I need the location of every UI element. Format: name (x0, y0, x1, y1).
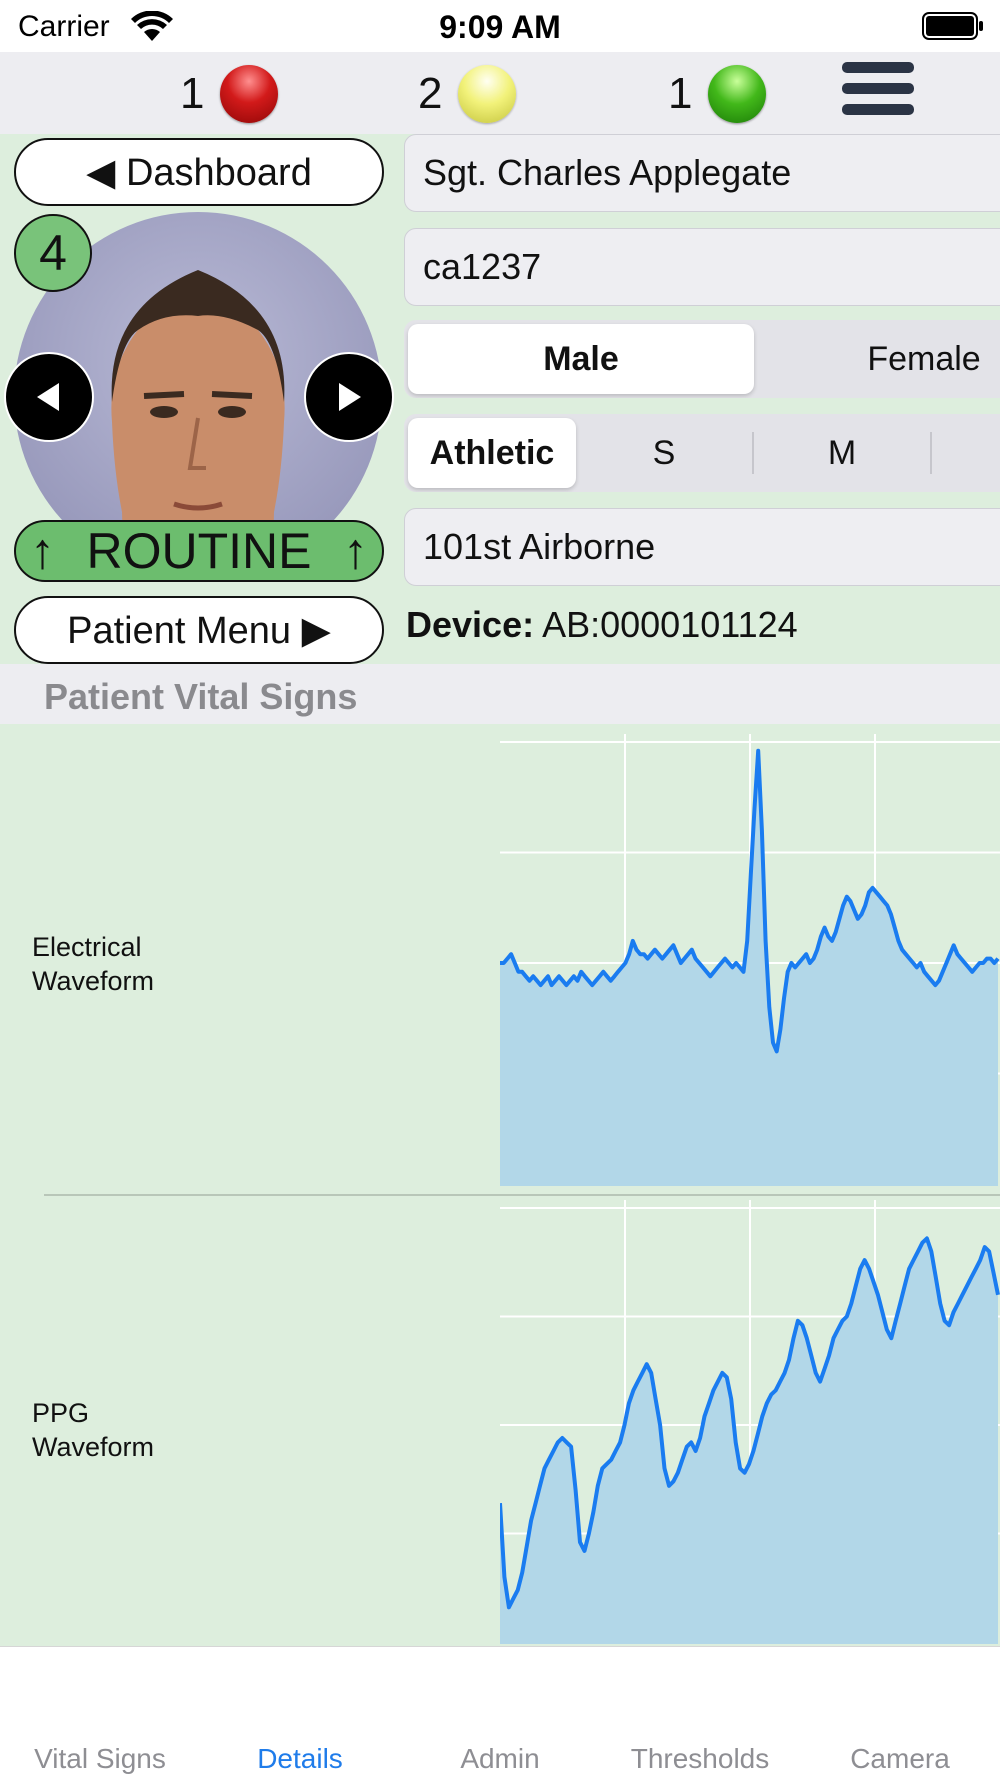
dashboard-button[interactable]: ◀ Dashboard (14, 138, 384, 206)
vital-signs-panel: Electrical Waveform PPG Waveform (0, 724, 1000, 1646)
tab-admin[interactable]: Admin (400, 1743, 600, 1775)
electrical-label-line-1: Electrical (32, 932, 142, 962)
sex-option-male[interactable]: Male (408, 324, 754, 394)
green-light-icon (708, 65, 767, 123)
arrow-left-icon (37, 383, 59, 411)
ppg-waveform-chart (500, 1200, 1000, 1644)
electrical-waveform-label: Electrical Waveform (32, 930, 154, 998)
next-patient-button[interactable] (304, 352, 394, 442)
priority-label: ROUTINE (86, 523, 312, 579)
app-root: Carrier 9:09 AM 1 2 1 ◀ Dashboard 4 ↑ RO… (0, 0, 1000, 1778)
triage-green[interactable]: 1 (668, 65, 767, 123)
tab-bar: Vital Signs Details Admin Thresholds Cam… (0, 1646, 1000, 1778)
priority-button[interactable]: ↑ ROUTINE ↑ (14, 520, 384, 582)
build-option-athletic[interactable]: Athletic (408, 418, 576, 488)
tab-camera[interactable]: Camera (800, 1743, 1000, 1775)
arrow-right-icon (339, 383, 361, 411)
vital-signs-header: Patient Vital Signs (0, 664, 1000, 724)
section-title: Patient Vital Signs (44, 676, 358, 717)
electrical-waveform-chart (500, 734, 1000, 1186)
hamburger-icon[interactable] (842, 62, 914, 126)
sex-option-female[interactable]: Female (754, 324, 1000, 394)
patient-name-field[interactable]: Sgt. Charles Applegate (404, 134, 1000, 212)
build-segmented-control: Athletic S M (404, 414, 1000, 492)
triage-summary-bar: 1 2 1 (0, 52, 1000, 134)
segment-divider (930, 432, 932, 474)
sex-segmented-control: Male Female (404, 320, 1000, 398)
tab-thresholds[interactable]: Thresholds (600, 1743, 800, 1775)
tab-details[interactable]: Details (200, 1743, 400, 1775)
priority-up-arrow-left: ↑ (30, 523, 55, 579)
device-value: AB:0000101124 (542, 604, 798, 645)
ppg-label-line-2: Waveform (32, 1432, 155, 1462)
status-bar: Carrier 9:09 AM (0, 0, 1000, 52)
patient-unit-field[interactable]: 101st Airborne (404, 508, 1000, 586)
priority-up-arrow-right: ↑ (343, 523, 368, 579)
triage-yellow-count: 2 (418, 69, 443, 118)
patient-details: ◀ Dashboard 4 ↑ ROUTINE ↑ Patient Menu ▶… (0, 134, 1000, 664)
tab-vital-signs[interactable]: Vital Signs (0, 1743, 200, 1775)
patient-id-field[interactable]: ca1237 (404, 228, 1000, 306)
ppg-label-line-1: PPG (32, 1398, 90, 1428)
build-option-s[interactable]: S (576, 418, 752, 488)
ppg-waveform-label: PPG Waveform (32, 1396, 154, 1464)
red-light-icon (220, 65, 279, 123)
chart-divider (44, 1194, 1000, 1196)
device-label: Device: (406, 604, 535, 645)
patient-count-badge: 4 (14, 214, 92, 292)
triage-red-count: 1 (180, 69, 205, 118)
triage-green-count: 1 (668, 69, 693, 118)
patient-menu-button[interactable]: Patient Menu ▶ (14, 596, 384, 664)
build-option-m[interactable]: M (754, 418, 930, 488)
prev-patient-button[interactable] (4, 352, 94, 442)
electrical-label-line-2: Waveform (32, 966, 155, 996)
triage-red[interactable]: 1 (180, 65, 279, 123)
clock: 9:09 AM (439, 9, 561, 45)
battery-icon (922, 12, 983, 40)
yellow-light-icon (458, 65, 517, 123)
triage-yellow[interactable]: 2 (418, 65, 517, 123)
device-info: Device: AB:0000101124 (406, 604, 798, 646)
